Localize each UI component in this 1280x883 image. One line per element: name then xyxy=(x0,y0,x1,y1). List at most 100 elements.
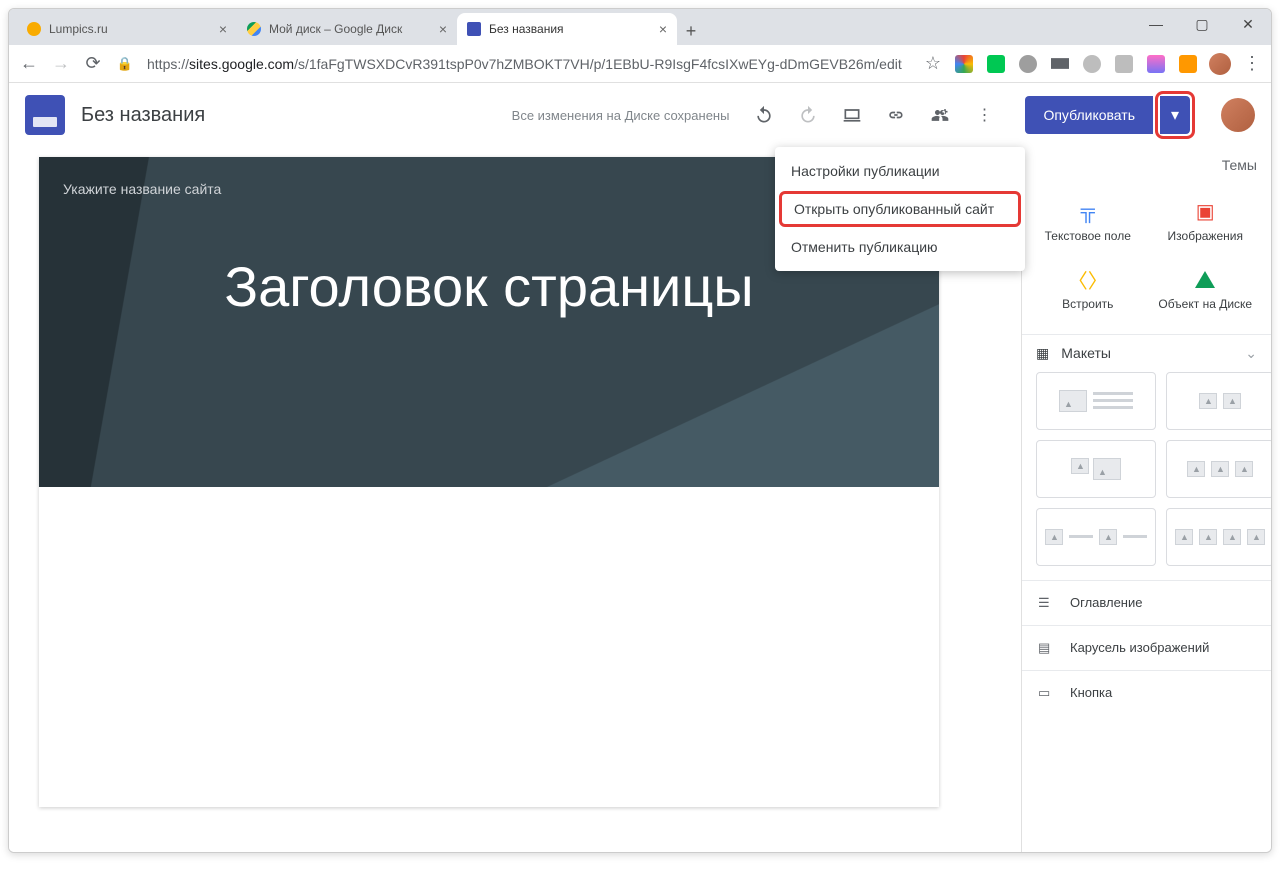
favicon-sites xyxy=(467,22,481,36)
tab-themes[interactable]: Темы xyxy=(1222,157,1257,173)
save-status: Все изменения на Диске сохранены xyxy=(512,108,730,123)
preview-button[interactable] xyxy=(841,104,863,126)
extension-icon[interactable] xyxy=(1051,55,1069,73)
redo-button[interactable] xyxy=(797,104,819,126)
close-icon[interactable]: × xyxy=(659,21,667,37)
favicon-lumpics xyxy=(27,22,41,36)
insert-carousel[interactable]: ▤ Карусель изображений xyxy=(1022,625,1271,670)
tab-lumpics[interactable]: Lumpics.ru × xyxy=(17,13,237,45)
layout-option[interactable] xyxy=(1036,440,1156,498)
tab-drive[interactable]: Мой диск – Google Диск × xyxy=(237,13,457,45)
toc-icon: ☰ xyxy=(1038,595,1056,611)
publish-dropdown-menu: Настройки публикации Открыть опубликован… xyxy=(775,147,1025,271)
button-icon: ▭ xyxy=(1038,685,1056,701)
star-icon[interactable]: ☆ xyxy=(923,54,943,74)
more-button[interactable]: ⋮ xyxy=(973,104,995,126)
insert-drive[interactable]: Объект на Диске xyxy=(1150,257,1262,319)
new-tab-button[interactable]: + xyxy=(677,17,705,45)
sidebar-tabs: Темы xyxy=(1022,147,1271,183)
extensions xyxy=(955,55,1197,73)
layouts-label: Макеты xyxy=(1061,345,1111,361)
favicon-drive xyxy=(247,22,261,36)
site-name-placeholder[interactable]: Укажите название сайта xyxy=(63,181,221,197)
insert-button[interactable]: ▭ Кнопка xyxy=(1022,670,1271,715)
url-field[interactable]: https://sites.google.com/s/1faFgTWSXDCvR… xyxy=(147,56,911,72)
undo-button[interactable] xyxy=(753,104,775,126)
layout-option[interactable] xyxy=(1166,440,1271,498)
tab-label: Мой диск – Google Диск xyxy=(269,22,402,36)
layout-option[interactable] xyxy=(1166,372,1271,430)
link-button[interactable] xyxy=(885,104,907,126)
minimize-button[interactable]: — xyxy=(1133,9,1179,39)
image-icon: ▣ xyxy=(1154,197,1258,225)
profile-avatar[interactable] xyxy=(1209,53,1231,75)
lock-icon: 🔒 xyxy=(115,54,135,74)
url-protocol: https:// xyxy=(147,56,189,72)
chevron-icon: ⌄ xyxy=(1245,345,1257,362)
layouts-icon: ▦ xyxy=(1036,345,1049,362)
insert-textbox[interactable]: ╦ Текстовое поле xyxy=(1032,189,1144,251)
window-controls: — ▢ ✕ xyxy=(1133,9,1271,39)
insert-label: Изображения xyxy=(1154,229,1258,243)
maximize-button[interactable]: ▢ xyxy=(1179,9,1225,39)
extension-icon[interactable] xyxy=(1019,55,1037,73)
textbox-icon: ╦ xyxy=(1036,197,1140,225)
document-title[interactable]: Без названия xyxy=(81,104,205,127)
right-sidebar: Темы ╦ Текстовое поле ▣ Изображения 〈〉 В… xyxy=(1021,147,1271,852)
publish-group: Опубликовать ▾ xyxy=(1025,91,1195,139)
extension-icon[interactable] xyxy=(1083,55,1101,73)
extension-icon[interactable] xyxy=(955,55,973,73)
forward-button[interactable]: → xyxy=(51,54,71,74)
address-bar: ← → ⟳ 🔒 https://sites.google.com/s/1faFg… xyxy=(9,45,1271,83)
layouts-header[interactable]: ▦ Макеты ⌄ xyxy=(1022,334,1271,372)
layout-option[interactable] xyxy=(1036,508,1156,566)
chrome-menu-button[interactable]: ⋮ xyxy=(1243,53,1261,74)
close-icon[interactable]: × xyxy=(219,21,227,37)
extension-icon[interactable] xyxy=(987,55,1005,73)
app-frame: Без названия Все изменения на Диске сохр… xyxy=(9,83,1271,852)
row-label: Оглавление xyxy=(1070,595,1142,610)
extension-icon[interactable] xyxy=(1179,55,1197,73)
close-icon[interactable]: × xyxy=(439,21,447,37)
extension-icon[interactable] xyxy=(1115,55,1133,73)
tab-label: Lumpics.ru xyxy=(49,22,108,36)
url-host: sites.google.com xyxy=(189,56,294,72)
browser-window: Lumpics.ru × Мой диск – Google Диск × Бе… xyxy=(8,8,1272,853)
publish-dropdown-highlight: ▾ xyxy=(1155,91,1195,139)
url-path: /s/1faFgTWSXDCvR391tspP0v7hZMBOKT7VH/p/1… xyxy=(294,56,902,72)
publish-button[interactable]: Опубликовать xyxy=(1025,96,1153,134)
insert-grid: ╦ Текстовое поле ▣ Изображения 〈〉 Встрои… xyxy=(1022,183,1271,334)
app-header: Без названия Все изменения на Диске сохр… xyxy=(9,83,1271,147)
insert-label: Объект на Диске xyxy=(1154,297,1258,311)
menu-item-unpublish[interactable]: Отменить публикацию xyxy=(775,229,1025,265)
layout-option[interactable] xyxy=(1036,372,1156,430)
extension-icon[interactable] xyxy=(1147,55,1165,73)
carousel-icon: ▤ xyxy=(1038,640,1056,656)
titlebar: Lumpics.ru × Мой диск – Google Диск × Бе… xyxy=(9,9,1271,45)
insert-label: Текстовое поле xyxy=(1036,229,1140,243)
reload-button[interactable]: ⟳ xyxy=(83,54,103,74)
embed-icon: 〈〉 xyxy=(1036,265,1140,293)
insert-embed[interactable]: 〈〉 Встроить xyxy=(1032,257,1144,319)
account-avatar[interactable] xyxy=(1221,98,1255,132)
insert-images[interactable]: ▣ Изображения xyxy=(1150,189,1262,251)
tab-strip: Lumpics.ru × Мой диск – Google Диск × Бе… xyxy=(17,11,705,45)
close-button[interactable]: ✕ xyxy=(1225,9,1271,39)
row-label: Кнопка xyxy=(1070,685,1112,700)
drive-icon xyxy=(1154,265,1258,293)
share-button[interactable] xyxy=(929,104,951,126)
tab-sites[interactable]: Без названия × xyxy=(457,13,677,45)
back-button[interactable]: ← xyxy=(19,54,39,74)
insert-label: Встроить xyxy=(1036,297,1140,311)
menu-item-publish-settings[interactable]: Настройки публикации xyxy=(775,153,1025,189)
layouts-grid xyxy=(1022,372,1271,580)
sites-logo-icon[interactable] xyxy=(25,95,65,135)
layout-option[interactable] xyxy=(1166,508,1271,566)
menu-item-open-published[interactable]: Открыть опубликованный сайт xyxy=(779,191,1021,227)
app-body: Укажите название сайта Заголовок страниц… xyxy=(9,147,1271,852)
insert-toc[interactable]: ☰ Оглавление xyxy=(1022,580,1271,625)
tab-label: Без названия xyxy=(489,22,564,36)
publish-dropdown-button[interactable]: ▾ xyxy=(1160,96,1190,134)
row-label: Карусель изображений xyxy=(1070,640,1209,655)
header-actions: ⋮ xyxy=(753,104,995,126)
